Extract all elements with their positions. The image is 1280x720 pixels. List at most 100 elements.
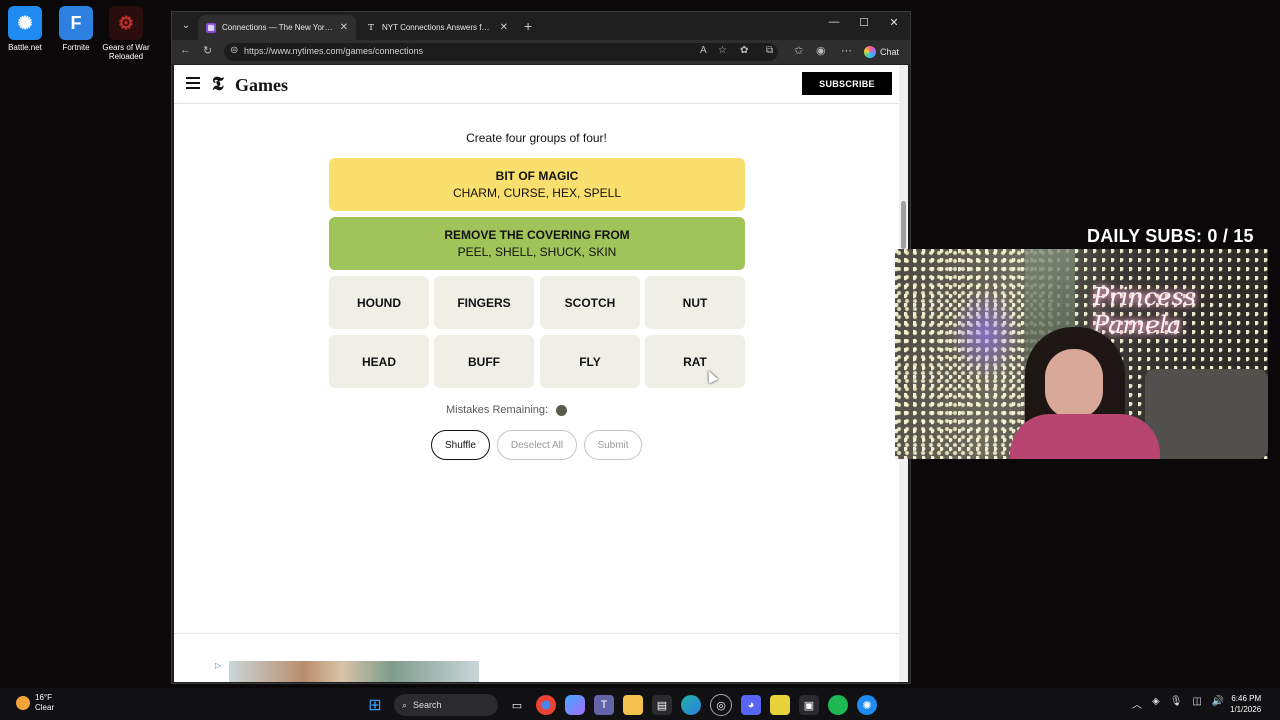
- shuffle-button[interactable]: Shuffle: [431, 430, 490, 460]
- word-tile[interactable]: FLY: [540, 335, 640, 388]
- chevron-up-icon[interactable]: ︿: [1132, 696, 1142, 711]
- tab-nyt-answers[interactable]: T NYT Connections Answers for Jan ✕: [358, 15, 516, 40]
- search-label: Search: [413, 700, 442, 710]
- task-view-icon[interactable]: ▭: [507, 695, 527, 715]
- desktop-icon-fortnite[interactable]: F Fortnite: [51, 6, 101, 52]
- tab-title: NYT Connections Answers for Jan: [382, 23, 494, 32]
- desktop-icon-gears-of-war[interactable]: ⚙ Gears of War Reloaded: [101, 6, 151, 61]
- site-info-icon[interactable]: ⊜: [230, 45, 238, 56]
- mistakes-label: Mistakes Remaining:: [446, 404, 549, 416]
- obs-icon[interactable]: ◎: [710, 694, 732, 716]
- taskbar-apps: ⊞ ⌕ Search ▭ T ▤ ◎ ◕ ▣ ✺: [365, 694, 877, 716]
- favorite-star-icon[interactable]: ☆: [718, 45, 727, 56]
- purple-light-glow: [950, 289, 1020, 379]
- windows-taskbar: 16°F Clear ⊞ ⌕ Search ▭ T ▤ ◎ ◕ ▣ ✺ ︿ ◈ …: [0, 688, 1280, 720]
- games-logo-text[interactable]: Games: [235, 75, 288, 96]
- edge-icon[interactable]: [681, 695, 701, 715]
- close-window-icon[interactable]: ✕: [879, 16, 909, 29]
- browser-window: ⌄ ▦ Connections — The New York Tim ✕ T N…: [171, 11, 911, 684]
- file-explorer-icon[interactable]: [623, 695, 643, 715]
- copilot-icon: [864, 46, 876, 58]
- word-tile[interactable]: FINGERS: [434, 276, 534, 329]
- word-tile[interactable]: RAT: [645, 335, 745, 388]
- store-icon[interactable]: ▤: [652, 695, 672, 715]
- copilot-taskbar-icon[interactable]: [565, 695, 585, 715]
- weather-moon-icon: [16, 696, 30, 710]
- group-category: REMOVE THE COVERING FROM: [444, 228, 630, 242]
- streamer-face: [1045, 349, 1103, 419]
- spotify-icon[interactable]: [828, 695, 848, 715]
- battlenet-icon: ✺: [8, 6, 42, 40]
- clock-time: 6:46 PM: [1231, 694, 1262, 703]
- weather-widget[interactable]: 16°F Clear: [16, 693, 54, 713]
- group-category: BIT OF MAGIC: [495, 169, 579, 183]
- adchoices-icon[interactable]: ▷: [215, 661, 221, 670]
- word-tile[interactable]: SCOTCH: [540, 276, 640, 329]
- split-screen-icon[interactable]: ⧉: [766, 45, 773, 56]
- word-tile[interactable]: BUFF: [434, 335, 534, 388]
- subscribe-button[interactable]: SUBSCRIBE: [802, 72, 892, 95]
- clock[interactable]: 6:46 PM 1/1/2026: [1230, 693, 1261, 715]
- mistakes-remaining: Mistakes Remaining:: [446, 404, 568, 416]
- tab-list-dropdown-icon[interactable]: ⌄: [178, 18, 194, 34]
- mistake-dot: [556, 404, 568, 416]
- minimize-icon[interactable]: —: [819, 16, 849, 28]
- desktop-icon-battlenet[interactable]: ✺ Battle.net: [0, 6, 50, 52]
- taskbar-search[interactable]: ⌕ Search: [394, 694, 498, 716]
- battlenet-taskbar-icon[interactable]: ✺: [857, 695, 877, 715]
- windows-start-icon[interactable]: ⊞: [365, 695, 385, 715]
- word-tile[interactable]: HEAD: [329, 335, 429, 388]
- tray-app-icon[interactable]: ◈: [1152, 696, 1160, 711]
- advertisement-banner[interactable]: [229, 661, 479, 682]
- favorites-icon[interactable]: ✩: [794, 44, 803, 57]
- desktop-icon-label: Battle.net: [8, 43, 42, 52]
- copilot-chat-button[interactable]: Chat: [858, 43, 905, 61]
- gears-of-war-icon: ⚙: [109, 6, 143, 40]
- close-tab-icon[interactable]: ✕: [500, 22, 508, 33]
- wifi-icon[interactable]: ◫: [1192, 696, 1201, 711]
- read-aloud-icon[interactable]: A: [700, 45, 707, 56]
- refresh-icon[interactable]: ↻: [203, 44, 212, 57]
- system-tray: ︿ ◈ 🎙 ◫ 🔊: [1132, 696, 1224, 711]
- extensions-icon[interactable]: ✿: [740, 45, 748, 56]
- address-bar[interactable]: ⊜ https://www.nytimes.com/games/connecti…: [224, 43, 778, 61]
- microphone-icon[interactable]: 🎙: [1170, 696, 1183, 711]
- clock-date: 1/1/2026: [1230, 705, 1262, 714]
- terminal-icon[interactable]: ▣: [799, 695, 819, 715]
- back-arrow-icon[interactable]: ←: [180, 44, 191, 56]
- discord-icon[interactable]: ◕: [741, 695, 761, 715]
- teams-icon[interactable]: T: [594, 695, 614, 715]
- word-tile[interactable]: NUT: [645, 276, 745, 329]
- daily-subs-counter: DAILY SUBS: 0 / 15: [1087, 226, 1254, 246]
- weather-temp: 16°F: [35, 693, 52, 702]
- chrome-icon[interactable]: [536, 695, 556, 715]
- game-instructions: Create four groups of four!: [466, 131, 607, 145]
- group-words: CHARM, CURSE, HEX, SPELL: [452, 186, 622, 200]
- weather-desc: Clear: [35, 703, 55, 712]
- neon-sign: Princess Pamela: [1093, 283, 1197, 339]
- word-tile[interactable]: HOUND: [329, 276, 429, 329]
- nyt-favicon: T: [368, 22, 374, 32]
- solved-group-yellow: BIT OF MAGIC CHARM, CURSE, HEX, SPELL: [329, 158, 745, 211]
- submit-button[interactable]: Submit: [584, 430, 642, 460]
- tab-title: Connections — The New York Tim: [222, 23, 334, 32]
- page-viewport: 𝕿 Games SUBSCRIBE Create four groups of …: [174, 65, 899, 682]
- maximize-icon[interactable]: ☐: [849, 16, 879, 29]
- streamer-shirt: [1010, 414, 1160, 459]
- deselect-all-button[interactable]: Deselect All: [497, 430, 577, 460]
- webcam-feed: Princess Pamela: [895, 249, 1268, 459]
- sticky-notes-icon[interactable]: [770, 695, 790, 715]
- close-tab-icon[interactable]: ✕: [340, 22, 348, 33]
- solved-group-green: REMOVE THE COVERING FROM PEEL, SHELL, SH…: [329, 217, 745, 270]
- profile-avatar-icon[interactable]: ◉: [816, 44, 826, 57]
- volume-icon[interactable]: 🔊: [1212, 696, 1224, 711]
- group-words: PEEL, SHELL, SHUCK, SKIN: [457, 245, 617, 259]
- tab-bar: ⌄ ▦ Connections — The New York Tim ✕ T N…: [172, 12, 910, 40]
- nyt-t-logo[interactable]: 𝕿: [212, 73, 224, 95]
- new-tab-plus-icon[interactable]: +: [524, 18, 532, 34]
- scrollbar-thumb[interactable]: [901, 201, 906, 249]
- couch: [1145, 369, 1268, 459]
- hamburger-menu-icon[interactable]: [186, 77, 200, 92]
- tab-connections[interactable]: ▦ Connections — The New York Tim ✕: [198, 15, 356, 40]
- more-menu-icon[interactable]: ⋯: [841, 44, 852, 57]
